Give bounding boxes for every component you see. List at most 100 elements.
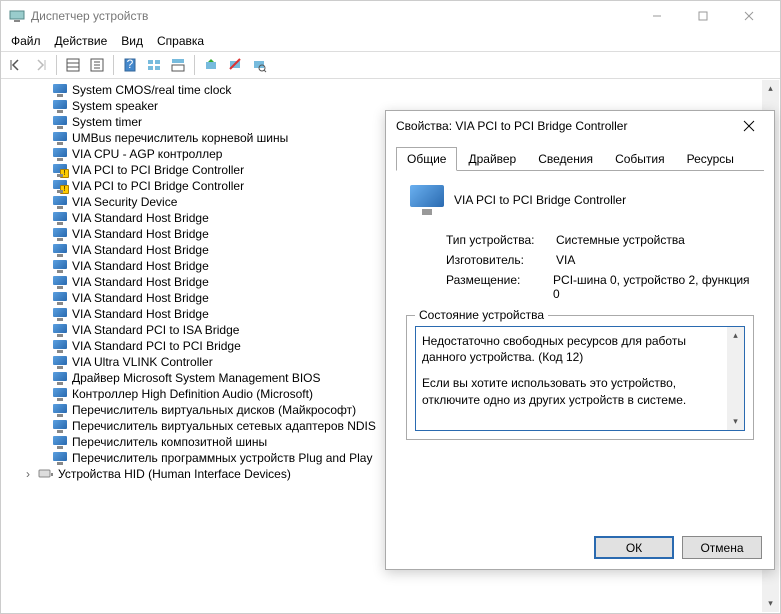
device-label: VIA Ultra VLINK Controller <box>72 355 213 369</box>
device-name: VIA PCI to PCI Bridge Controller <box>454 193 626 207</box>
prop-type-label: Тип устройства: <box>446 233 556 247</box>
cancel-button[interactable]: Отмена <box>682 536 762 559</box>
monitor-icon <box>52 195 68 209</box>
device-label: VIA Standard Host Bridge <box>72 275 209 289</box>
device-label: VIA PCI to PCI Bridge Controller <box>72 163 244 177</box>
titlebar: Диспетчер устройств <box>1 1 780 31</box>
prop-mfr-value: VIA <box>556 253 575 267</box>
menu-view[interactable]: Вид <box>121 34 143 48</box>
svg-text:?: ? <box>127 57 134 71</box>
view-devices-by-type-button[interactable] <box>143 54 165 76</box>
window-controls <box>634 1 772 31</box>
device-label: VIA CPU - AGP контроллер <box>72 147 222 161</box>
device-label: VIA Standard PCI to ISA Bridge <box>72 323 239 337</box>
help-button[interactable]: ? <box>119 54 141 76</box>
status-line2: Если вы хотите использовать это устройст… <box>422 375 724 407</box>
toolbar: ? <box>1 51 780 79</box>
monitor-icon <box>52 115 68 129</box>
device-label: VIA Standard Host Bridge <box>72 211 209 225</box>
device-label: System CMOS/real time clock <box>72 83 231 97</box>
device-label: System speaker <box>72 99 158 113</box>
monitor-icon: ! <box>52 179 68 193</box>
prop-loc-value: PCI-шина 0, устройство 2, функция 0 <box>553 273 754 301</box>
tab-general[interactable]: Общие <box>396 147 457 171</box>
monitor-icon <box>52 227 68 241</box>
back-button[interactable] <box>5 54 27 76</box>
monitor-icon <box>52 83 68 97</box>
device-tree-item[interactable]: System CMOS/real time clock <box>52 82 779 98</box>
status-scrollbar[interactable]: ▴ ▾ <box>727 327 744 430</box>
prop-type-value: Системные устройства <box>556 233 685 247</box>
device-label: Контроллер High Definition Audio (Micros… <box>72 387 313 401</box>
device-status-textbox[interactable]: Недостаточно свободных ресурсов для рабо… <box>415 326 745 431</box>
monitor-icon <box>52 307 68 321</box>
dialog-close-button[interactable] <box>734 111 764 141</box>
monitor-icon <box>52 451 68 465</box>
close-button[interactable] <box>726 1 772 31</box>
tab-events[interactable]: События <box>604 147 676 171</box>
view-devices-by-connection-button[interactable] <box>167 54 189 76</box>
minimize-button[interactable] <box>634 1 680 31</box>
tab-details[interactable]: Сведения <box>527 147 604 171</box>
monitor-icon <box>52 323 68 337</box>
monitor-icon <box>52 435 68 449</box>
ok-button[interactable]: ОК <box>594 536 674 559</box>
status-legend: Состояние устройства <box>415 308 548 322</box>
monitor-icon <box>52 339 68 353</box>
scroll-up-button[interactable]: ▴ <box>762 80 779 97</box>
forward-button[interactable] <box>29 54 51 76</box>
expander-icon[interactable]: › <box>22 467 34 481</box>
monitor-icon <box>52 291 68 305</box>
dialog-title: Свойства: VIA PCI to PCI Bridge Controll… <box>396 119 734 133</box>
warning-overlay-icon: ! <box>60 169 69 178</box>
dialog-titlebar: Свойства: VIA PCI to PCI Bridge Controll… <box>386 111 774 141</box>
scan-hardware-button[interactable] <box>248 54 270 76</box>
monitor-icon <box>52 355 68 369</box>
device-properties: Тип устройства: Системные устройства Изг… <box>406 233 754 301</box>
menu-action[interactable]: Действие <box>55 34 108 48</box>
device-label: Перечислитель программных устройств Plug… <box>72 451 372 465</box>
properties-button[interactable] <box>86 54 108 76</box>
tab-driver[interactable]: Драйвер <box>457 147 527 171</box>
monitor-icon: ! <box>52 163 68 177</box>
tab-body-general: VIA PCI to PCI Bridge Controller Тип уст… <box>396 170 764 520</box>
device-label: VIA PCI to PCI Bridge Controller <box>72 179 244 193</box>
monitor-icon <box>52 99 68 113</box>
device-label: VIA Security Device <box>72 195 177 209</box>
menu-help[interactable]: Справка <box>157 34 204 48</box>
device-label: Перечислитель виртуальных сетевых адапте… <box>72 419 376 433</box>
prop-mfr-label: Изготовитель: <box>446 253 556 267</box>
hid-icon <box>38 467 54 481</box>
device-large-icon <box>410 185 444 215</box>
device-label: Драйвер Microsoft System Management BIOS <box>72 371 321 385</box>
scroll-down-button[interactable]: ▾ <box>762 595 779 612</box>
show-hide-tree-button[interactable] <box>62 54 84 76</box>
tab-resources[interactable]: Ресурсы <box>676 147 745 171</box>
device-label: System timer <box>72 115 142 129</box>
monitor-icon <box>52 419 68 433</box>
monitor-icon <box>52 403 68 417</box>
status-scroll-down[interactable]: ▾ <box>727 413 744 430</box>
monitor-icon <box>52 243 68 257</box>
menu-file[interactable]: Файл <box>11 34 41 48</box>
maximize-button[interactable] <box>680 1 726 31</box>
device-status-fieldset: Состояние устройства Недостаточно свобод… <box>406 315 754 440</box>
monitor-icon <box>52 131 68 145</box>
category-label: Устройства HID (Human Interface Devices) <box>58 467 291 481</box>
uninstall-device-button[interactable] <box>224 54 246 76</box>
monitor-icon <box>52 259 68 273</box>
prop-loc-label: Размещение: <box>446 273 553 301</box>
warning-overlay-icon: ! <box>60 185 69 194</box>
app-icon <box>9 8 25 24</box>
device-label: VIA Standard Host Bridge <box>72 291 209 305</box>
device-label: VIA Standard Host Bridge <box>72 307 209 321</box>
update-driver-button[interactable] <box>200 54 222 76</box>
monitor-icon <box>52 147 68 161</box>
device-label: VIA Standard Host Bridge <box>72 227 209 241</box>
status-line1: Недостаточно свободных ресурсов для рабо… <box>422 333 724 365</box>
dialog-buttons: ОК Отмена <box>594 536 762 559</box>
monitor-icon <box>52 211 68 225</box>
device-label: UMBus перечислитель корневой шины <box>72 131 288 145</box>
status-scroll-up[interactable]: ▴ <box>727 327 744 344</box>
device-label: VIA Standard Host Bridge <box>72 243 209 257</box>
